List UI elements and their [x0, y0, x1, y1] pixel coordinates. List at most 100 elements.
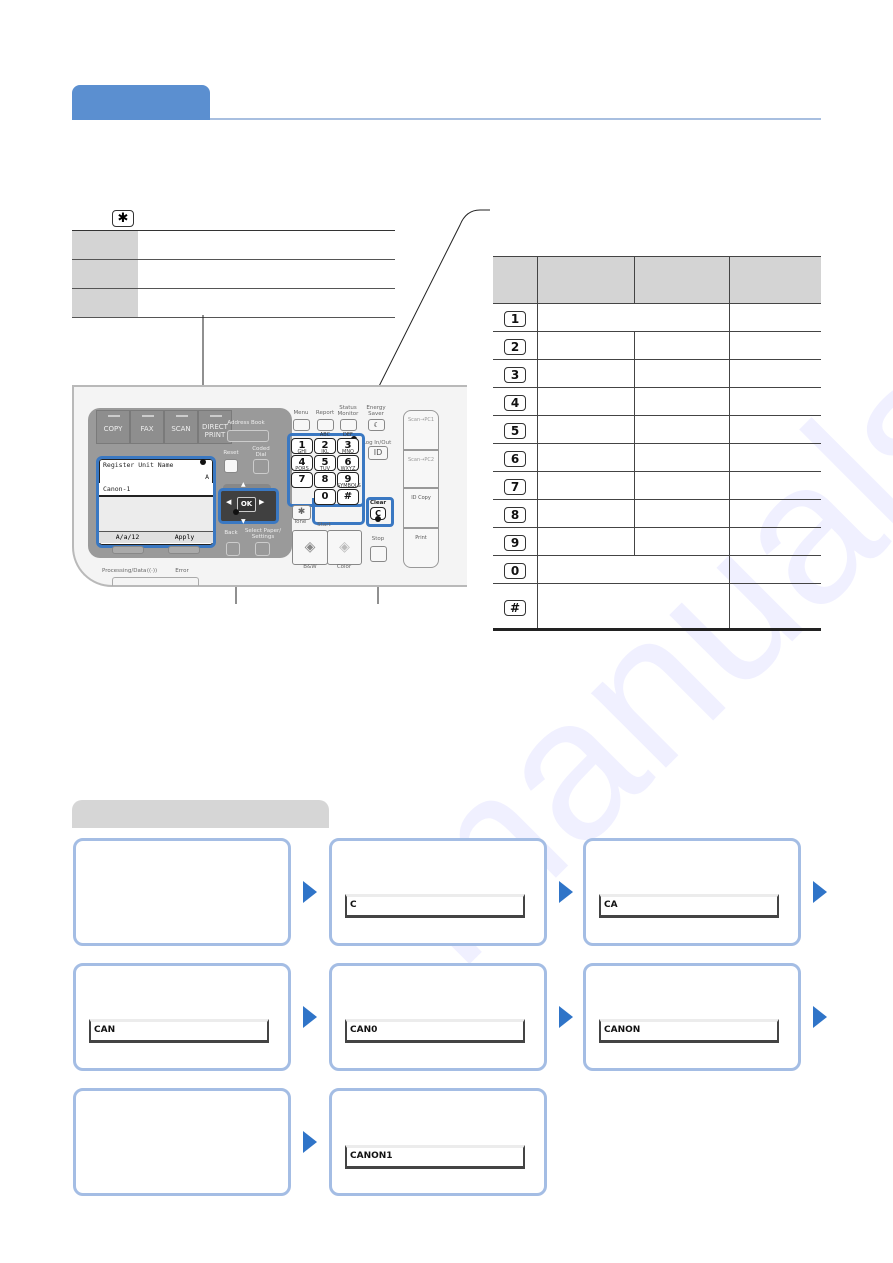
bw-label: B&W — [303, 564, 317, 570]
callout-dot — [200, 459, 206, 465]
key-table-row: 5 — [493, 415, 821, 444]
numpad-key-hash[interactable]: # — [337, 489, 359, 505]
example-input-field: CANON — [599, 1019, 779, 1043]
key-5-icon: 5 — [504, 423, 526, 439]
status-monitor-label: Status Monitor — [337, 405, 359, 417]
coded-dial-label: Coded Dial — [252, 446, 270, 458]
key-hash-icon: # — [504, 599, 526, 616]
color-label: Color — [336, 564, 352, 570]
wireless-icon: ((·)) — [146, 568, 158, 574]
key-8-icon: 8 — [504, 507, 526, 523]
down-arrow-key[interactable]: ▼ — [241, 518, 246, 525]
energy-saver-label: Energy Saver — [366, 405, 386, 417]
address-book-button[interactable] — [227, 430, 269, 442]
coded-dial-button[interactable] — [253, 459, 269, 474]
report-button[interactable] — [317, 419, 334, 431]
up-arrow-key[interactable]: ▲ — [241, 481, 246, 488]
example-input-field: CAN — [89, 1019, 269, 1043]
start-color-button[interactable]: ◈ — [327, 530, 362, 565]
id-button[interactable]: ID — [368, 446, 388, 460]
key-table-row: 7 — [493, 471, 821, 500]
example-step-2: C — [329, 838, 547, 946]
id-copy-button[interactable]: ID Copy — [403, 488, 439, 528]
example-step-7 — [73, 1088, 291, 1196]
key-table-row: 3 — [493, 359, 821, 388]
key-3-icon: 3 — [504, 367, 526, 383]
status-monitor-button[interactable] — [340, 419, 357, 431]
next-step-arrow-icon — [813, 881, 827, 903]
next-step-arrow-icon — [813, 1006, 827, 1028]
stop-button[interactable] — [370, 546, 387, 562]
key-table-header — [493, 256, 821, 304]
print-button[interactable]: Print — [403, 528, 439, 568]
processing-data-label: Processing/Data — [102, 568, 147, 574]
example-input-field: CA — [599, 894, 779, 918]
star-key[interactable]: ✱ — [292, 505, 311, 520]
callout-dot — [233, 509, 239, 515]
example-step-5: CAN0 — [329, 963, 547, 1071]
key-1-icon: 1 — [504, 311, 526, 327]
key-9-icon: 9 — [504, 535, 526, 551]
key-0-icon: 0 — [504, 563, 526, 579]
back-button[interactable] — [226, 542, 240, 556]
next-step-arrow-icon — [303, 1006, 317, 1028]
fax-key[interactable]: FAX — [130, 410, 164, 444]
next-step-arrow-icon — [559, 1006, 573, 1028]
reset-label: Reset — [223, 450, 239, 456]
softkey-left-button[interactable] — [112, 546, 144, 554]
ok-button[interactable]: OK — [237, 497, 256, 512]
key-6-icon: 6 — [504, 451, 526, 467]
select-paper-button[interactable] — [255, 542, 270, 556]
right-arrow-key[interactable]: ▶ — [259, 498, 264, 506]
back-label: Back — [224, 530, 238, 536]
example-header — [72, 800, 329, 828]
example-step-6: CANON — [583, 963, 801, 1071]
lcd-softkey-right[interactable]: Apply — [156, 532, 213, 543]
report-label: Report — [315, 410, 335, 416]
reset-button[interactable] — [224, 459, 238, 473]
start-label: Start — [317, 522, 331, 528]
key-table-row: 0 — [493, 555, 821, 584]
address-book-label: Address Book — [227, 420, 265, 426]
example-step-4: CAN — [73, 963, 291, 1071]
lcd-value: Canon-1 — [99, 483, 213, 497]
key-table-row: 4 — [493, 387, 821, 416]
key-7-icon: 7 — [504, 479, 526, 495]
example-step-8: CANON1 — [329, 1088, 547, 1196]
key-table-row: 1 — [493, 303, 821, 332]
error-label: Error — [175, 568, 189, 574]
scan-key[interactable]: SCAN — [164, 410, 198, 444]
key-table-row: # — [493, 583, 821, 631]
example-step-3: CA — [583, 838, 801, 946]
tone-label: Tone — [293, 519, 307, 525]
left-arrow-key[interactable]: ◀ — [226, 498, 231, 506]
start-bw-button[interactable]: ◈ — [292, 530, 328, 565]
example-input-field: CAN0 — [345, 1019, 525, 1043]
copy-key[interactable]: COPY — [96, 410, 130, 444]
lcd-softkey-left[interactable]: A/a/12 — [99, 532, 156, 543]
numpad-key-8[interactable]: 8 — [314, 472, 336, 488]
lcd-input-mode: A — [205, 473, 209, 481]
key-4-icon: 4 — [504, 395, 526, 411]
key-2-icon: 2 — [504, 339, 526, 355]
next-step-arrow-icon — [303, 881, 317, 903]
softkey-right-button[interactable] — [168, 546, 200, 554]
callout-dot — [375, 516, 381, 522]
menu-label: Menu — [293, 410, 309, 416]
example-input-field: CANON1 — [345, 1145, 525, 1169]
numpad-key-0[interactable]: 0 — [314, 489, 336, 505]
select-paper-label: Select Paper/ Settings — [244, 528, 282, 540]
menu-button[interactable] — [293, 419, 310, 431]
next-step-arrow-icon — [559, 881, 573, 903]
lcd-screen: Register Unit Name A Canon-1 A/a/12 Appl… — [96, 456, 216, 548]
scan-to-pc1-button[interactable]: Scan→PC1 — [403, 410, 439, 450]
key-table-row: 6 — [493, 443, 821, 472]
key-table-row: 2 — [493, 331, 821, 360]
callout-lines — [202, 209, 490, 604]
clear-label: Clear — [369, 500, 387, 506]
scan-to-pc2-button[interactable]: Scan→PC2 — [403, 450, 439, 488]
example-input-field: C — [345, 894, 525, 918]
energy-saver-button[interactable]: ☾ — [368, 419, 385, 431]
numpad-key-7[interactable]: 7 — [291, 472, 313, 488]
stop-label: Stop — [371, 536, 385, 542]
